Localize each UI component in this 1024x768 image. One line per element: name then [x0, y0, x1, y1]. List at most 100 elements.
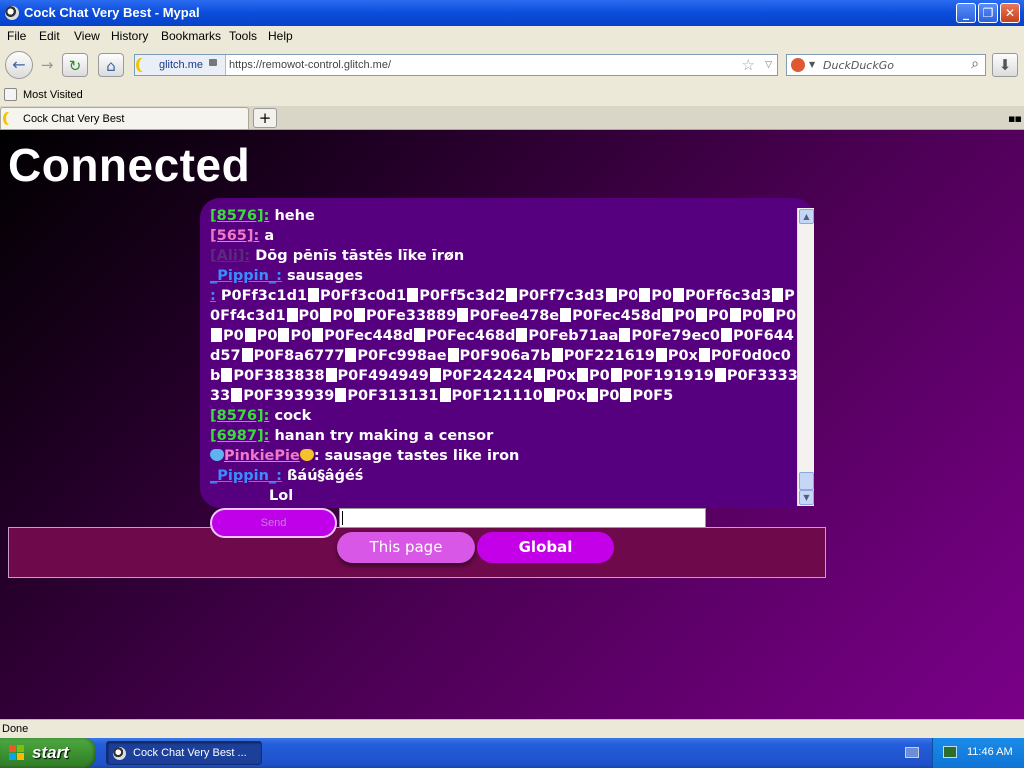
- separator-block-icon: [620, 388, 632, 402]
- message-nick[interactable]: _Pippin_:: [210, 268, 282, 284]
- separator-block-icon: [231, 388, 243, 402]
- message-input[interactable]: [339, 508, 706, 528]
- downloads-button[interactable]: ⬇: [992, 53, 1018, 77]
- message-segment: P0F383838: [233, 368, 325, 384]
- message-nick[interactable]: PinkiePie: [224, 448, 300, 464]
- message-nick[interactable]: [8576]:: [210, 208, 269, 224]
- close-button[interactable]: ✕: [1000, 3, 1020, 23]
- text-caret: [342, 511, 343, 525]
- message-nick[interactable]: [6987]:: [210, 428, 269, 444]
- global-button[interactable]: Global: [477, 532, 614, 563]
- send-button[interactable]: Send: [210, 508, 337, 538]
- message-segment: P0: [775, 308, 797, 324]
- message-segment: P0: [741, 308, 763, 324]
- chat-message: : P0Ff3c1d1 P0Ff3c0d1 P0Ff5c3d2 P0Ff7c3d3 P0…: [210, 286, 800, 406]
- message-text: a: [259, 228, 275, 244]
- site-identity-button[interactable]: glitch.me: [135, 55, 226, 75]
- chat-scrollbar[interactable]: ▲ ▼: [797, 208, 814, 506]
- new-tab-button[interactable]: +: [253, 108, 277, 128]
- reload-button[interactable]: ↻: [62, 53, 88, 77]
- menu-bar: File Edit View History Bookmarks Tools H…: [0, 26, 1024, 46]
- message-segment: P0: [598, 388, 620, 404]
- scroll-up-arrow-icon[interactable]: ▲: [799, 209, 814, 224]
- menu-tools[interactable]: Tools: [229, 29, 257, 43]
- chat-message: Lol: [210, 486, 800, 506]
- message-segment: P0F191919: [622, 368, 714, 384]
- separator-block-icon: [605, 288, 617, 302]
- separator-block-icon: [720, 328, 732, 342]
- separator-block-icon: [551, 348, 563, 362]
- most-visited-bookmark[interactable]: Most Visited: [23, 89, 83, 101]
- tab-bar: Cock Chat Very Best + ▪▪: [0, 106, 1024, 130]
- search-engine-dropdown-icon[interactable]: ▼: [809, 60, 815, 69]
- menu-view[interactable]: View: [74, 29, 100, 43]
- back-button[interactable]: ←: [5, 51, 33, 79]
- this-page-button[interactable]: This page: [337, 532, 475, 563]
- bookmarks-toolbar: Most Visited: [0, 84, 1024, 106]
- message-segment: P0Ff3c0d1: [320, 288, 407, 304]
- maximize-button[interactable]: ❐: [978, 3, 998, 23]
- separator-block-icon: [714, 368, 726, 382]
- message-segment: P0F393939: [243, 388, 335, 404]
- message-list: [8576]: hehe [565]: a [Ali]: Dōg pēnīs t…: [210, 206, 800, 506]
- separator-block-icon: [586, 388, 598, 402]
- tab-groups-icon[interactable]: ▪▪: [1008, 112, 1022, 125]
- menu-history[interactable]: History: [111, 29, 148, 43]
- tab-cock-chat[interactable]: Cock Chat Very Best: [0, 107, 249, 129]
- menu-edit[interactable]: Edit: [39, 29, 60, 43]
- separator-block-icon: [533, 368, 545, 382]
- start-button[interactable]: start: [0, 738, 96, 768]
- message-segment: P0Feb71aa: [528, 328, 619, 344]
- mypal-app-icon[interactable]: [5, 6, 19, 20]
- separator-block-icon: [414, 328, 426, 342]
- navigation-toolbar: ← → ↻ ⌂ glitch.me https://remowot-contro…: [0, 46, 1024, 84]
- message-segment: P0: [651, 288, 672, 304]
- url-text[interactable]: https://remowot-control.glitch.me/: [229, 59, 391, 71]
- separator-block-icon: [662, 308, 674, 322]
- bookmark-star-icon[interactable]: ☆: [742, 56, 755, 74]
- forward-button[interactable]: →: [34, 53, 60, 77]
- message-segment: P0Fee478e: [469, 308, 560, 324]
- keyboard-layout-icon[interactable]: [905, 747, 919, 758]
- message-nick[interactable]: _Pippin_:: [210, 468, 282, 484]
- menu-bookmarks[interactable]: Bookmarks: [161, 29, 221, 43]
- message-segment: P0Ff5c3d2: [419, 288, 506, 304]
- message-segment: P0x: [545, 368, 576, 384]
- home-button[interactable]: ⌂: [98, 53, 124, 77]
- scroll-down-arrow-icon[interactable]: ▼: [799, 490, 814, 505]
- message-segment: P0F8a6777: [253, 348, 345, 364]
- message-nick[interactable]: [8576]:: [210, 408, 269, 424]
- windows-flag-icon: [9, 745, 25, 761]
- window-title-bar[interactable]: Cock Chat Very Best - Mypal _ ❐ ✕: [0, 0, 1024, 26]
- menu-help[interactable]: Help: [268, 29, 293, 43]
- chat-message: _Pippin_: ßáú§âģéś: [210, 466, 800, 486]
- tab-favicon-icon: [6, 112, 15, 125]
- chat-message: PinkiePie: sausage tastes like iron: [210, 446, 800, 466]
- message-segment: P0: [674, 308, 695, 324]
- taskbar-item-mypal[interactable]: Cock Chat Very Best ...: [106, 741, 262, 765]
- duckduckgo-icon[interactable]: [791, 58, 805, 72]
- message-nick[interactable]: [Ali]:: [210, 248, 250, 264]
- minimize-button[interactable]: _: [956, 3, 976, 23]
- separator-block-icon: [429, 368, 441, 382]
- chat-message: _Pippin_: sausages: [210, 266, 800, 286]
- message-segment: P0F121110: [451, 388, 543, 404]
- clock[interactable]: 11:46 AM: [967, 746, 1013, 758]
- page-content: Connected [8576]: hehe [565]: a [Ali]: D…: [0, 130, 1024, 719]
- url-bar[interactable]: glitch.me https://remowot-control.glitch…: [134, 54, 778, 76]
- search-input[interactable]: ▼ DuckDuckGo ⌕: [786, 54, 986, 76]
- separator-block-icon: [576, 368, 588, 382]
- message-nick[interactable]: [565]:: [210, 228, 259, 244]
- url-dropdown-icon[interactable]: ▽: [765, 59, 772, 70]
- chat-log[interactable]: [8576]: hehe [565]: a [Ali]: Dōg pēnīs t…: [200, 198, 814, 508]
- message-segment: P0: [256, 328, 278, 344]
- message-segment: P0: [290, 328, 312, 344]
- menu-file[interactable]: File: [7, 29, 26, 43]
- message-segment: P0Fe79ec0: [631, 328, 720, 344]
- search-icon[interactable]: ⌕: [971, 56, 979, 72]
- separator-block-icon: [286, 308, 298, 322]
- separator-block-icon: [241, 348, 253, 362]
- network-icon[interactable]: [943, 746, 957, 758]
- separator-block-icon: [543, 388, 555, 402]
- scroll-thumb[interactable]: [799, 472, 814, 490]
